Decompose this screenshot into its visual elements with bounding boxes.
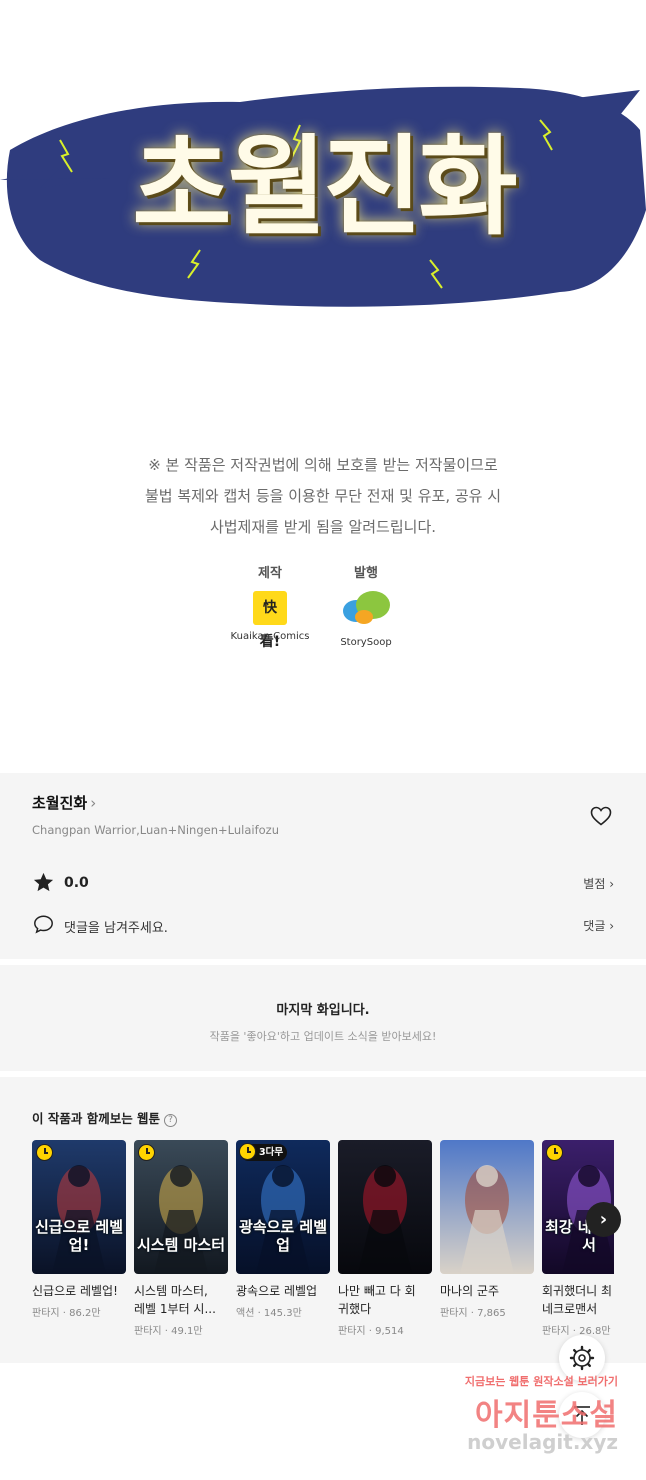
recommendation-title-line: 귀했다 [338, 1302, 372, 1316]
recommendation-title: 광속으로 레벨업 [236, 1282, 330, 1300]
credits: 제작 快看! Kuaikan Comics 발행 StorySoop [0, 562, 646, 652]
last-episode-title: 마지막 화입니다. [276, 1003, 370, 1018]
title-banner: 초월진화 [0, 0, 646, 440]
publisher-credit: 발행 StorySoop [316, 562, 416, 648]
banner-title: 초월진화 [132, 125, 517, 250]
recommendation-title-line: 네크로맨서 [542, 1302, 598, 1316]
last-episode-notice: 마지막 화입니다. 작품을 '좋아요'하고 업데이트 소식을 받아보세요! [0, 965, 646, 1071]
recommendation-title-line: 신급으로 레벨업! [32, 1284, 118, 1298]
clock-icon [239, 1143, 256, 1160]
recommendation-card[interactable]: 광속으로 레벨업 3다무광속으로 레벨업액션 · 145.3만 [236, 1140, 330, 1319]
copyright-notice: ※ 본 작품은 저작권법에 의해 보호를 받는 저작물이므로 불법 복제와 캡처… [0, 450, 646, 543]
wait-free-label: 3다무 [259, 1147, 284, 1158]
clock-icon [546, 1144, 563, 1161]
star-icon [33, 872, 54, 892]
site-watermark: 지금보는 웹툰 원작소설 보러가기 아지툰소설 novelagit.xyz [440, 1368, 640, 1458]
series-authors: Changpan Warrior,Luan+Ningen+Lulaifozu [32, 823, 279, 837]
cover-thumbnail: 신급으로 레벨업! [32, 1140, 126, 1274]
last-episode-subtitle: 작품을 '좋아요'하고 업데이트 소식을 받아보세요! [209, 1030, 437, 1043]
recommendation-card[interactable]: 신급으로 레벨업! 신급으로 레벨업! 판타지 · 86.2만 [32, 1140, 126, 1319]
settings-button[interactable] [559, 1335, 605, 1381]
cover-thumbnail: 광속으로 레벨업 3다무 [236, 1140, 330, 1274]
series-info-panel: 초월진화 › Changpan Warrior,Luan+Ningen+Lulai… [0, 773, 646, 959]
recommendation-title-line: 시스템 마스터, [134, 1284, 208, 1298]
recommendation-meta: 판타지 · 49.1만 [134, 1326, 203, 1337]
recommendation-meta: 판타지 · 7,865 [440, 1308, 506, 1319]
recommendation-meta: 판타지 · 86.2만 [32, 1308, 101, 1319]
publisher-name: StorySoop [340, 637, 392, 648]
series-title: 초월진화 [32, 794, 88, 812]
clock-icon [36, 1144, 53, 1161]
recommendation-title-line: 광속으로 레벨업 [236, 1284, 318, 1298]
rating-row: 0.0 별점 › [32, 871, 614, 895]
cover-thumbnail [440, 1140, 534, 1274]
clock-icon [138, 1144, 155, 1161]
recommendation-card[interactable]: 나만 빼고 다 회귀했다판타지 · 9,514 [338, 1140, 432, 1337]
recommendation-title-line: 레벨 1부터 시... [134, 1302, 216, 1316]
comment-prompt[interactable]: 댓글을 남겨주세요. [64, 917, 168, 936]
production-label: 제작 [258, 566, 282, 581]
scroll-top-button[interactable] [559, 1392, 605, 1438]
recommendation-title: 회귀했더니 최네크로맨서 [542, 1282, 614, 1318]
notice-line: 사법제재를 받게 됨을 알려드립니다. [209, 518, 437, 536]
chevron-right-icon: › [90, 794, 97, 812]
arrow-up-icon [574, 1406, 590, 1425]
recommendation-title-line: 회귀했더니 최 [542, 1284, 613, 1298]
comment-bubble-icon [34, 915, 53, 934]
comment-row: 댓글을 남겨주세요. 댓글 › [32, 913, 614, 937]
heart-icon[interactable] [589, 804, 613, 828]
cover-title-text: 신급으로 레벨업! [34, 1218, 124, 1254]
cover-title-text: 광속으로 레벨업 [238, 1218, 328, 1254]
recommendations-heading: 이 작품과 함께보는 웹툰? [32, 1108, 178, 1127]
publisher-label: 발행 [354, 566, 378, 581]
recommendation-card[interactable]: 최강 네크로맨서회귀했더니 최네크로맨서판타지 · 26.8만 [542, 1140, 614, 1337]
storysoop-logo-icon [343, 591, 390, 624]
cover-title-text: 시스템 마스터 [136, 1236, 226, 1254]
kuaikan-logo: 快看! [253, 591, 287, 650]
recommendation-meta: 액션 · 145.3만 [236, 1308, 302, 1319]
recommendation-title-line: 나만 빼고 다 회 [338, 1284, 416, 1298]
wait-free-badge: 3다무 [239, 1143, 288, 1161]
rate-button[interactable]: 별점 › [583, 875, 614, 892]
recommendation-title: 신급으로 레벨업! [32, 1282, 126, 1300]
recommendation-card[interactable]: 마나의 군주판타지 · 7,865 [440, 1140, 534, 1319]
comments-button[interactable]: 댓글 › [583, 917, 614, 934]
cover-art [440, 1140, 534, 1274]
cover-thumbnail [338, 1140, 432, 1274]
cover-art [338, 1140, 432, 1274]
cover-thumbnail: 시스템 마스터 [134, 1140, 228, 1274]
gear-icon [569, 1345, 595, 1371]
recommendations-carousel[interactable]: 신급으로 레벨업! 신급으로 레벨업! 판타지 · 86.2만 시스템 마스터 시스템 … [32, 1140, 614, 1340]
recommendation-title: 나만 빼고 다 회귀했다 [338, 1282, 432, 1318]
recommendation-title: 시스템 마스터, 레벨 1부터 시... [134, 1282, 228, 1318]
production-name: Kuaikan Comics [230, 631, 310, 642]
rating-value: 0.0 [64, 875, 89, 891]
recommendation-card[interactable]: 시스템 마스터시스템 마스터, 레벨 1부터 시... 판타지 · 49.1만 [134, 1140, 228, 1337]
carousel-next-button[interactable]: › [586, 1202, 621, 1237]
notice-line: 불법 복제와 캡처 등을 이용한 무단 전재 및 유포, 공유 시 [144, 487, 502, 505]
recommendation-meta: 판타지 · 9,514 [338, 1326, 404, 1337]
recommendations-section: 이 작품과 함께보는 웹툰? 신급으로 레벨업! 신급으로 레벨업! 판타지 · 8… [0, 1077, 646, 1363]
production-credit: 제작 快看! Kuaikan Comics [220, 562, 320, 650]
recommendation-title: 마나의 군주 [440, 1282, 534, 1300]
recommendations-title: 이 작품과 함께보는 웹툰 [32, 1111, 161, 1126]
notice-line: ※ 본 작품은 저작권법에 의해 보호를 받는 저작물이므로 [148, 456, 498, 474]
recommendation-title-line: 마나의 군주 [440, 1284, 500, 1298]
series-title-link[interactable]: 초월진화 › [32, 792, 96, 813]
help-icon[interactable]: ? [164, 1114, 178, 1127]
